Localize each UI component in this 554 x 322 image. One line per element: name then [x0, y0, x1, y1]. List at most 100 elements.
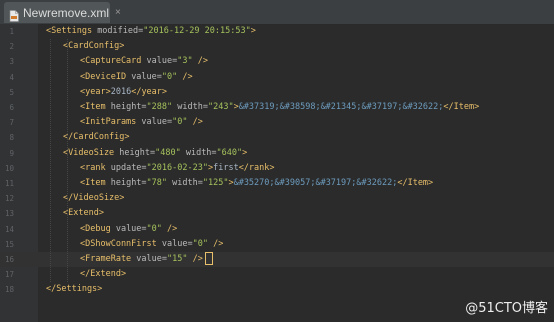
token-attr: value=: [131, 71, 162, 82]
token-attr: value=: [136, 254, 168, 264]
token-val: "15": [167, 254, 188, 264]
token-tag: </rank>: [238, 162, 275, 173]
token-tag: />: [161, 223, 178, 234]
code-line[interactable]: <Item height="78" width="125">&#35270;&#…: [80, 176, 433, 191]
line-number: 3: [9, 57, 14, 67]
token-attr: update=: [110, 162, 147, 173]
token-attr: height=: [110, 102, 147, 112]
code-line[interactable]: <InitParams value="0" />: [80, 115, 203, 130]
code-line[interactable]: <rank update="2016-02-23">first</rank>: [80, 161, 275, 176]
token-attr: height=: [119, 147, 156, 158]
line-number: 8: [9, 133, 14, 143]
token-tag: </VideoSize>: [63, 193, 125, 204]
line-number: 5: [9, 87, 14, 97]
token-tag: <Debug: [80, 223, 116, 234]
token-val: "0": [172, 117, 188, 128]
token-tag: <year>: [80, 86, 111, 97]
code-line[interactable]: </Settings>: [46, 282, 102, 297]
token-attr: value=: [115, 223, 147, 234]
token-tag: />: [192, 56, 208, 67]
token-val: "2016-02-23": [146, 162, 208, 173]
code-editor[interactable]: <Settings modified="2016-12-29 20:15:53"…: [38, 24, 554, 322]
token-tag: </Settings>: [46, 284, 103, 295]
token-attr: width=: [172, 102, 208, 112]
token-val: "125": [202, 178, 229, 188]
token-val: "640": [216, 147, 243, 158]
token-val: "0": [161, 71, 178, 82]
indent-guide: [67, 39, 68, 283]
line-number: 10: [4, 163, 14, 173]
line-number: 14: [4, 224, 14, 234]
token-val: "78": [146, 178, 168, 188]
tab-newremove-xml[interactable]: Newremove.xml ×: [4, 2, 121, 23]
close-icon[interactable]: ×: [115, 7, 121, 18]
xml-file-icon: [9, 7, 19, 22]
code-line[interactable]: <Extend>: [63, 206, 104, 221]
editor-tab-bar: Newremove.xml ×: [0, 0, 554, 25]
line-number: 1: [9, 27, 14, 36]
token-val: "3": [177, 56, 193, 67]
code-line[interactable]: </Extend>: [80, 267, 126, 282]
line-number: 9: [9, 148, 14, 158]
token-tag: <FrameRate: [80, 254, 137, 264]
token-tag: <Settings: [46, 26, 98, 36]
token-tag: <DeviceID: [80, 71, 132, 82]
code-line[interactable]: <CaptureCard value="3" />: [80, 54, 208, 69]
token-tag: >: [250, 26, 256, 36]
token-ent: &#37319;&#38598;&#21345;&#37197;&#32622;: [238, 102, 444, 112]
token-ent: &#35270;&#39057;&#37197;&#32622;: [233, 178, 398, 188]
token-tag: </Extend>: [80, 269, 127, 280]
token-val: "288": [146, 102, 173, 112]
line-number: 2: [9, 42, 14, 52]
code-line[interactable]: <DeviceID value="0" />: [80, 70, 193, 85]
token-tag: </CardConfig>: [63, 132, 130, 143]
token-val: "480": [155, 147, 181, 158]
token-tag: />: [187, 254, 203, 264]
token-tag: >: [242, 147, 248, 158]
token-val: "0": [146, 223, 162, 234]
token-tag: <VideoSize: [63, 147, 120, 158]
line-number: 17: [4, 270, 14, 280]
line-number: 12: [4, 194, 14, 204]
code-line[interactable]: <CardConfig>: [63, 39, 124, 54]
token-tag: </Item>: [443, 102, 480, 112]
indent-guide: [50, 39, 51, 283]
line-number: 13: [4, 209, 14, 219]
token-attr: value=: [141, 117, 173, 128]
token-attr: value=: [161, 238, 193, 249]
token-txt: first: [213, 162, 239, 173]
tab-label: Newremove.xml: [23, 5, 110, 20]
code-line[interactable]: <DShowConnFirst value="0" />: [80, 237, 223, 252]
code-line[interactable]: <VideoSize height="480" width="640">: [63, 146, 247, 161]
token-attr: height=: [110, 178, 147, 188]
token-attr: width=: [167, 178, 203, 188]
watermark: @51CTO博客: [465, 301, 548, 316]
token-val: "243": [207, 102, 234, 112]
line-number: 11: [4, 179, 14, 188]
token-tag: <InitParams: [80, 117, 142, 128]
code-line[interactable]: <Item height="288" width="243">&#37319;&…: [80, 100, 479, 115]
code-line[interactable]: <Debug value="0" />: [80, 222, 177, 237]
code-line[interactable]: <year>2016</year>: [80, 85, 167, 100]
token-tag: />: [207, 238, 224, 249]
token-tag: <CaptureCard: [80, 56, 147, 67]
token-val: "0": [192, 238, 208, 249]
line-number: 6: [9, 103, 14, 112]
code-line[interactable]: </VideoSize>: [63, 191, 124, 206]
token-tag: </year>: [131, 86, 168, 97]
line-number: 15: [4, 239, 14, 249]
code-line[interactable]: </CardConfig>: [63, 130, 130, 145]
text-caret: [204, 252, 213, 265]
token-attr: modified=: [97, 26, 144, 36]
token-attr: value=: [146, 56, 178, 67]
code-line[interactable]: <FrameRate value="15" />: [80, 252, 213, 267]
token-tag: <Extend>: [63, 208, 104, 219]
token-tag: <Item: [80, 178, 111, 188]
token-tag: />: [187, 117, 203, 128]
token-tag: <CardConfig>: [63, 41, 125, 52]
token-attr: width=: [180, 147, 217, 158]
token-tag: <Item: [80, 102, 111, 112]
line-number: 4: [9, 72, 14, 82]
token-tag: </Item>: [397, 178, 434, 188]
code-line[interactable]: <Settings modified="2016-12-29 20:15:53"…: [46, 24, 256, 39]
